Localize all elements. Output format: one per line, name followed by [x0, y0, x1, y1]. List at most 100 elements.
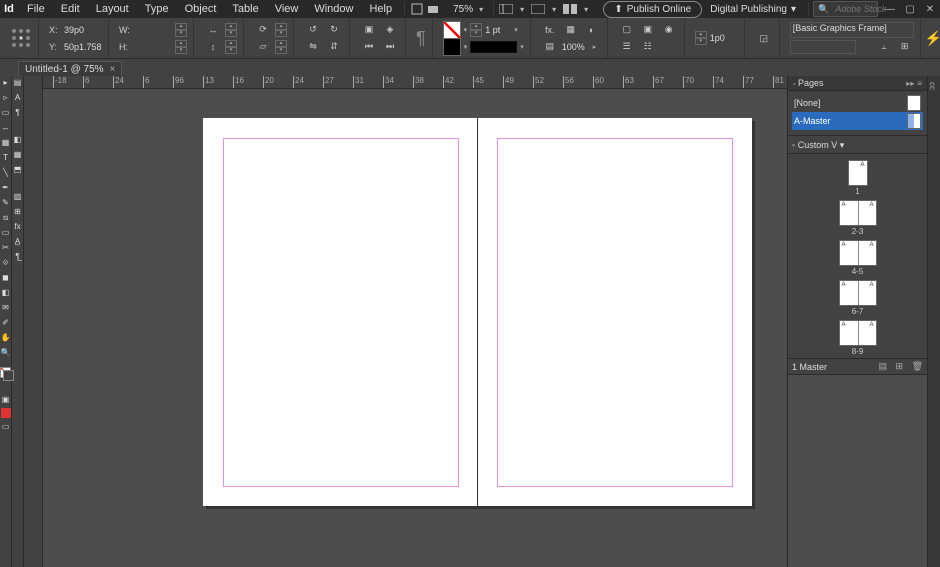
menu-layout[interactable]: Layout [88, 1, 137, 17]
collapsed-panel-8[interactable]: ⊞ [13, 205, 23, 218]
scale-x-icon[interactable]: ↔ [204, 21, 222, 39]
cc-libraries-tab[interactable]: cc [928, 82, 937, 90]
collapsed-panel-2[interactable]: A [13, 91, 23, 104]
scale-y-icon[interactable]: ↕ [204, 38, 222, 56]
y-input[interactable] [64, 42, 102, 52]
delete-page-icon[interactable]: 🗑 [912, 361, 923, 371]
menu-object[interactable]: Object [177, 1, 225, 17]
horizontal-ruler[interactable]: -186246961316202427313438424549525660636… [43, 76, 787, 89]
menu-edit[interactable]: Edit [53, 1, 88, 17]
search-box[interactable]: 🔍 [813, 1, 878, 17]
stroke-weight-input[interactable] [485, 25, 511, 35]
page-thumb[interactable]: AA4-5 [839, 240, 877, 276]
drop-shadow-icon[interactable]: ▦ [562, 21, 580, 39]
page-thumb[interactable]: AA2-3 [839, 200, 877, 236]
rotate-icon[interactable]: ⟳ [254, 21, 272, 39]
selection-tool[interactable]: ▸ [1, 76, 11, 89]
vertical-ruler[interactable] [24, 76, 43, 567]
screen-mode-tool[interactable]: ▭ [1, 420, 11, 433]
collapsed-panel-10[interactable]: A̲ [13, 235, 23, 248]
secondary-style-select[interactable] [790, 40, 856, 54]
menu-file[interactable]: File [19, 1, 53, 17]
w-input[interactable] [134, 25, 172, 35]
shear-icon[interactable]: ▱ [254, 38, 272, 56]
zoom-tool[interactable]: 🔍 [1, 346, 11, 359]
rotate-ccw-icon[interactable]: ↺ [304, 21, 322, 39]
apply-color-icon[interactable] [1, 408, 11, 418]
x-input[interactable] [64, 25, 102, 35]
gap-tool[interactable]: ↔ [1, 121, 11, 134]
scissors-tool[interactable]: ✂ [1, 241, 11, 254]
next-object-icon[interactable]: ⏭ [381, 38, 399, 56]
menu-table[interactable]: Table [224, 1, 266, 17]
spread[interactable] [203, 118, 752, 506]
align-icon[interactable]: ⫠ [875, 38, 893, 56]
blend-icon[interactable]: ▤ [541, 38, 559, 56]
text-wrap-bbox-icon[interactable]: ▣ [639, 21, 657, 39]
view-options-icon[interactable] [498, 1, 514, 17]
fx-icon[interactable]: fx. [541, 21, 559, 39]
publish-online-button[interactable]: ⬆Publish Online [603, 1, 702, 18]
collapsed-panel-3[interactable]: ¶ [13, 106, 23, 119]
text-wrap-jump-icon[interactable]: ☰ [618, 38, 636, 56]
rotate-cw-icon[interactable]: ↻ [325, 21, 343, 39]
collapsed-panel-6[interactable]: ⬒ [13, 163, 23, 176]
stroke-swatch[interactable] [443, 38, 461, 56]
rectangle-tool[interactable]: ▭ [1, 226, 11, 239]
new-page-icon[interactable]: ⊞ [896, 361, 904, 371]
h-stepper[interactable]: ▴▾ [175, 40, 187, 54]
hand-tool[interactable]: ✋ [1, 331, 11, 344]
rectangle-frame-tool[interactable]: ⧅ [1, 211, 11, 224]
fill-stroke-swap[interactable] [0, 367, 12, 379]
type-tool[interactable]: T [1, 151, 11, 164]
gradient-feather-tool[interactable]: ◧ [1, 286, 11, 299]
master-none-row[interactable]: [None] [792, 94, 923, 112]
flip-v-icon[interactable]: ⇵ [325, 38, 343, 56]
canvas[interactable]: -186246961316202427313438424549525660636… [43, 76, 787, 567]
line-tool[interactable]: ╲ [1, 166, 11, 179]
screen-mode-icon[interactable] [530, 1, 546, 17]
master-a-row[interactable]: A-Master [792, 112, 923, 130]
collapsed-panel-7[interactable]: ▨ [13, 190, 23, 203]
text-wrap-column-icon[interactable]: ☷ [639, 38, 657, 56]
flip-h-icon[interactable]: ⇋ [304, 38, 322, 56]
collapsed-panel-4[interactable]: ◧ [13, 133, 23, 146]
opacity-icon[interactable]: ◐ [583, 21, 601, 39]
workspace-switcher[interactable]: Digital Publishing▾ [710, 4, 796, 15]
bridge-icon[interactable] [409, 1, 425, 17]
stock-icon[interactable] [425, 1, 441, 17]
flash-icon[interactable]: ⚡ [925, 30, 940, 47]
format-container-icon[interactable]: ▣ [1, 393, 11, 406]
text-wrap-shape-icon[interactable]: ◉ [660, 21, 678, 39]
arrange-icon[interactable] [562, 1, 578, 17]
collapsed-panel-5[interactable]: ▦ [13, 148, 23, 161]
note-tool[interactable]: ✉ [1, 301, 11, 314]
stroke-style-dropdown[interactable]: ▾ [470, 41, 524, 53]
opacity-input[interactable] [562, 42, 590, 52]
collapsed-panel-1[interactable]: ▤ [13, 76, 23, 89]
select-content-icon[interactable]: ◈ [381, 21, 399, 39]
minimize-button[interactable]: — [882, 3, 898, 15]
zoom-level[interactable]: 75% [441, 4, 473, 15]
page-thumb[interactable]: AA8-9 [839, 320, 877, 356]
menu-help[interactable]: Help [361, 1, 400, 17]
direct-selection-tool[interactable]: ▹ [1, 91, 11, 104]
collapsed-panel-9[interactable]: fx [13, 220, 23, 233]
panel-menu-icon[interactable]: ≡ [917, 79, 922, 88]
select-container-icon[interactable]: ▣ [360, 21, 378, 39]
zoom-dropdown[interactable]: ▾ [479, 5, 483, 14]
content-collector-tool[interactable]: ▦ [1, 136, 11, 149]
pencil-tool[interactable]: ✎ [1, 196, 11, 209]
edit-page-size-icon[interactable]: ▤ [878, 361, 887, 371]
pen-tool[interactable]: ✒ [1, 181, 11, 194]
wrap-offset-input[interactable] [710, 33, 738, 43]
right-dock-collapsed[interactable]: cc [927, 76, 940, 567]
eyedropper-tool[interactable]: ✐ [1, 316, 11, 329]
object-style-select[interactable]: [Basic Graphics Frame] [790, 22, 914, 38]
restore-button[interactable]: ▢ [902, 3, 918, 15]
close-button[interactable]: ✕ [922, 3, 938, 15]
pages-panel-tab[interactable]: ◦ Pages ▸▸≡ [788, 76, 927, 91]
menu-type[interactable]: Type [137, 1, 177, 17]
distribute-icon[interactable]: ⊞ [896, 38, 914, 56]
document-tab[interactable]: Untitled-1 @ 75% × [18, 61, 122, 77]
